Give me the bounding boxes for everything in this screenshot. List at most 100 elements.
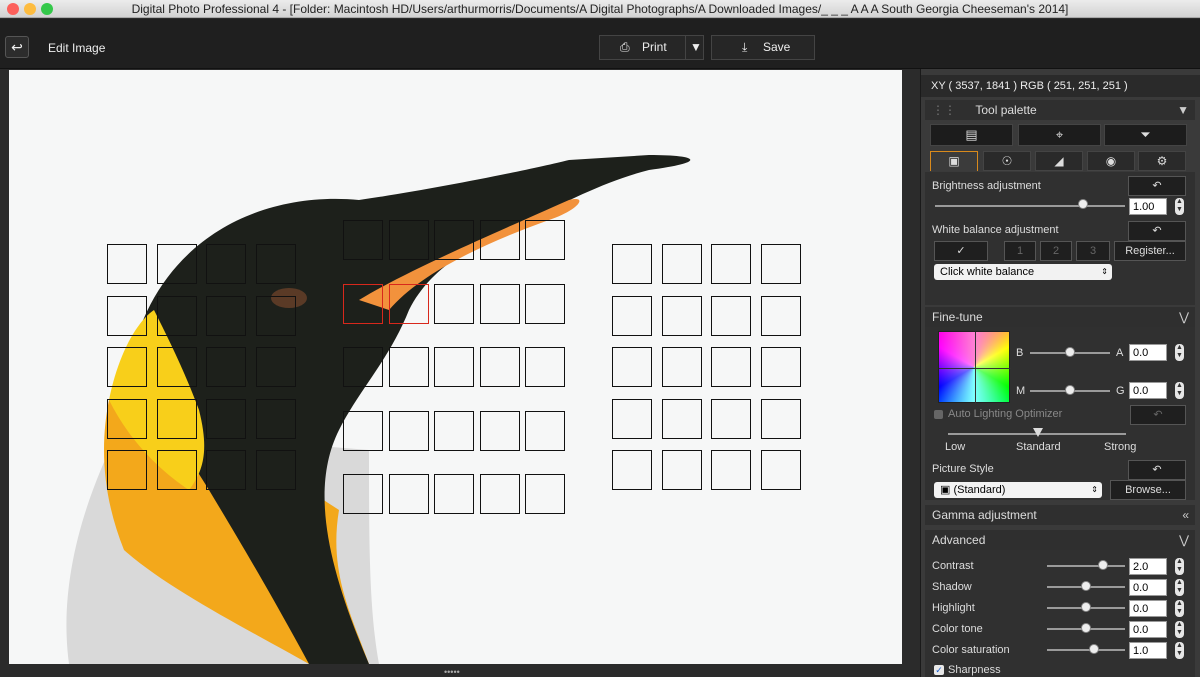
mg-value-field[interactable]: 0.0 bbox=[1129, 382, 1167, 399]
picture-style-reset-button[interactable]: ↶ bbox=[1128, 460, 1186, 480]
af-point[interactable] bbox=[479, 347, 520, 387]
af-point[interactable] bbox=[525, 474, 565, 514]
af-point[interactable] bbox=[343, 410, 383, 451]
af-point[interactable] bbox=[388, 410, 429, 451]
wb-preset-2[interactable]: 2 bbox=[1040, 241, 1072, 261]
print-button[interactable]: ⎙ Print ▼ bbox=[599, 35, 704, 60]
tab-basic[interactable]: ▣ bbox=[930, 151, 978, 171]
advanced-stepper[interactable]: ▲ ▼ bbox=[1175, 600, 1184, 617]
af-point[interactable] bbox=[343, 220, 383, 260]
af-point[interactable] bbox=[479, 220, 520, 260]
af-point[interactable] bbox=[107, 398, 147, 439]
af-point[interactable] bbox=[156, 295, 197, 336]
advanced-stepper[interactable]: ▲ ▼ bbox=[1175, 642, 1184, 659]
close-window-button[interactable] bbox=[7, 3, 19, 15]
panel-resize-handle[interactable]: ••••• bbox=[444, 667, 460, 677]
wb-preset-3[interactable]: 3 bbox=[1076, 241, 1110, 261]
af-point[interactable] bbox=[525, 410, 565, 451]
af-point[interactable] bbox=[711, 244, 751, 284]
brightness-slider-track[interactable] bbox=[935, 205, 1125, 207]
af-point[interactable] bbox=[156, 244, 197, 284]
advanced-stepper[interactable]: ▲ ▼ bbox=[1175, 558, 1184, 575]
chevron-down-icon[interactable]: ▼ bbox=[1177, 100, 1189, 120]
af-point[interactable] bbox=[206, 347, 246, 387]
advanced-stepper[interactable]: ▲ ▼ bbox=[1175, 579, 1184, 596]
af-point[interactable] bbox=[711, 347, 751, 387]
af-point[interactable] bbox=[206, 244, 246, 284]
image-canvas[interactable] bbox=[9, 70, 902, 664]
af-point[interactable] bbox=[711, 398, 751, 439]
crop-tool-button[interactable]: ⌖ bbox=[1018, 124, 1101, 146]
alo-slider-knob[interactable] bbox=[1033, 428, 1043, 437]
af-point[interactable] bbox=[612, 398, 652, 439]
sharpness-checkbox[interactable]: ✓ bbox=[934, 665, 944, 675]
af-point[interactable] bbox=[434, 220, 474, 260]
af-point[interactable] bbox=[255, 347, 296, 387]
collapse-chevron-icon[interactable]: ⋁ bbox=[1179, 307, 1189, 327]
ba-value-field[interactable]: 0.0 bbox=[1129, 344, 1167, 361]
expand-chevron-icon[interactable]: « bbox=[1182, 505, 1189, 525]
af-point[interactable] bbox=[711, 450, 751, 490]
brightness-stepper[interactable]: ▲ ▼ bbox=[1175, 198, 1184, 215]
color-grid-picker[interactable] bbox=[938, 331, 1011, 404]
af-point[interactable] bbox=[107, 295, 147, 336]
advanced-slider-track[interactable] bbox=[1047, 565, 1125, 567]
af-point[interactable] bbox=[479, 410, 520, 451]
af-point[interactable] bbox=[711, 295, 751, 336]
advanced-slider-knob[interactable] bbox=[1081, 581, 1091, 591]
af-point[interactable] bbox=[612, 244, 652, 284]
af-point[interactable] bbox=[107, 244, 147, 284]
af-point[interactable] bbox=[612, 295, 652, 336]
print-dropdown-chevron-icon[interactable]: ▼ bbox=[685, 36, 702, 59]
af-point[interactable] bbox=[434, 474, 474, 514]
white-balance-select[interactable]: Click white balance ⇕ bbox=[934, 264, 1112, 280]
af-point[interactable] bbox=[661, 398, 702, 439]
mg-slider-knob[interactable] bbox=[1065, 385, 1075, 395]
collapse-chevron-icon[interactable]: ⋁ bbox=[1179, 530, 1189, 550]
picture-style-select[interactable]: ▣ (Standard) ⇕ bbox=[934, 482, 1102, 498]
tab-color[interactable]: ◉ bbox=[1087, 151, 1135, 171]
tool-palette-header[interactable]: ⋮⋮ Tool palette ▼ bbox=[925, 100, 1195, 120]
minimize-window-button[interactable] bbox=[24, 3, 36, 15]
af-point[interactable] bbox=[206, 450, 246, 490]
histogram-tool-button[interactable]: ▤ bbox=[930, 124, 1013, 146]
white-balance-eyedropper-button[interactable]: ✓ bbox=[934, 241, 988, 261]
af-point[interactable] bbox=[479, 283, 520, 324]
af-point[interactable] bbox=[255, 450, 296, 490]
advanced-value-field[interactable]: 0.0 bbox=[1129, 621, 1167, 638]
gamma-adjustment-header[interactable]: Gamma adjustment « bbox=[925, 505, 1195, 525]
af-point[interactable] bbox=[760, 347, 801, 387]
advanced-header[interactable]: Advanced ⋁ bbox=[925, 530, 1195, 550]
advanced-slider-knob[interactable] bbox=[1081, 623, 1091, 633]
advanced-value-field[interactable]: 0.0 bbox=[1129, 579, 1167, 596]
af-point[interactable] bbox=[612, 347, 652, 387]
af-point[interactable] bbox=[343, 347, 383, 387]
af-point[interactable] bbox=[760, 295, 801, 336]
af-point[interactable] bbox=[206, 398, 246, 439]
af-point[interactable] bbox=[388, 347, 429, 387]
advanced-stepper[interactable]: ▲ ▼ bbox=[1175, 621, 1184, 638]
advanced-value-field[interactable]: 1.0 bbox=[1129, 642, 1167, 659]
back-button[interactable]: ↩ bbox=[5, 36, 29, 58]
af-point[interactable] bbox=[107, 347, 147, 387]
af-point[interactable] bbox=[388, 283, 429, 324]
browse-button[interactable]: Browse... bbox=[1110, 480, 1186, 500]
af-point[interactable] bbox=[661, 450, 702, 490]
af-point[interactable] bbox=[206, 295, 246, 336]
af-point[interactable] bbox=[255, 295, 296, 336]
af-point[interactable] bbox=[343, 283, 383, 324]
alo-checkbox[interactable] bbox=[934, 410, 943, 419]
brightness-reset-button[interactable]: ↶ bbox=[1128, 176, 1186, 196]
advanced-slider-knob[interactable] bbox=[1088, 644, 1099, 654]
af-point[interactable] bbox=[434, 410, 474, 451]
af-point[interactable] bbox=[612, 450, 652, 490]
advanced-value-field[interactable]: 2.0 bbox=[1129, 558, 1167, 575]
af-point[interactable] bbox=[156, 450, 197, 490]
af-point[interactable] bbox=[525, 347, 565, 387]
af-point[interactable] bbox=[760, 244, 801, 284]
tab-settings[interactable]: ⚙ bbox=[1138, 151, 1186, 171]
af-point[interactable] bbox=[661, 244, 702, 284]
advanced-slider-track[interactable] bbox=[1047, 649, 1125, 651]
ba-stepper[interactable]: ▲ ▼ bbox=[1175, 344, 1184, 361]
af-point[interactable] bbox=[156, 347, 197, 387]
